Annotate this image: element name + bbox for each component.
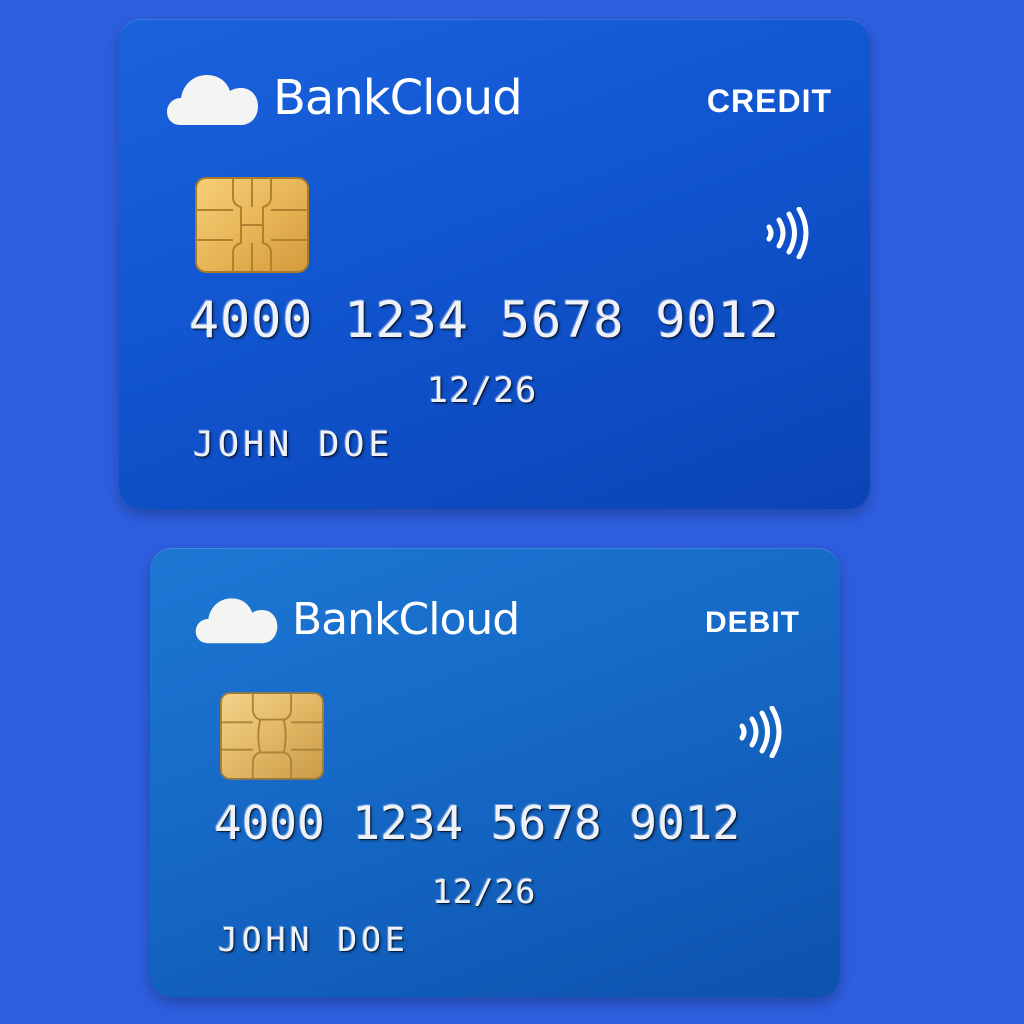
debit-card[interactable]: BankCloud DEBIT 4000 1234 5678 9012 12/2…: [150, 548, 840, 997]
cardholder-name: JOHN DOE: [218, 920, 409, 959]
cloud-icon: [195, 593, 279, 645]
cardholder-name: JOHN DOE: [193, 425, 394, 465]
card-type-label: CREDIT: [706, 83, 832, 119]
contactless-icon: [738, 706, 782, 758]
credit-card[interactable]: BankCloud CREDIT 4000 1234 5678 9012 12/…: [119, 19, 870, 509]
brand-logo: BankCloud: [195, 593, 520, 645]
cloud-icon: [167, 69, 259, 127]
chip-icon: [195, 177, 309, 273]
expiry-date: 12/26: [427, 371, 538, 411]
brand-logo: BankCloud: [167, 69, 523, 127]
chip-icon: [220, 692, 324, 780]
brand-name: BankCloud: [273, 70, 523, 126]
card-type-label: DEBIT: [705, 606, 800, 639]
card-number: 4000 1234 5678 9012: [214, 796, 741, 850]
expiry-date: 12/26: [432, 872, 537, 911]
page: BankCloud CREDIT 4000 1234 5678 9012 12/…: [0, 0, 1024, 1024]
brand-name: BankCloud: [292, 593, 520, 645]
contactless-icon: [765, 207, 809, 259]
card-number: 4000 1234 5678 9012: [189, 291, 780, 349]
